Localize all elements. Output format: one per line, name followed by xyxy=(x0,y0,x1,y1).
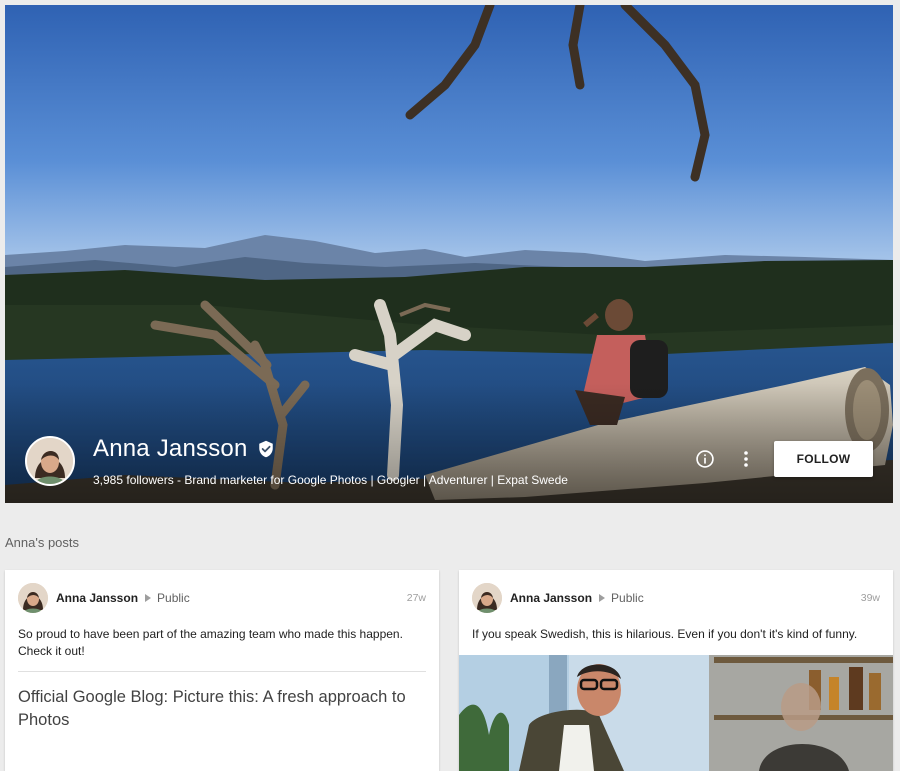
visibility-label: Public xyxy=(611,591,644,605)
arrow-right-icon xyxy=(145,594,152,602)
profile-cover: Anna Jansson 3,985 followers - Brand mar… xyxy=(5,5,893,503)
author-avatar[interactable] xyxy=(18,583,48,613)
author-avatar[interactable] xyxy=(472,583,502,613)
post-divider xyxy=(18,671,426,672)
follow-button[interactable]: FOLLOW xyxy=(774,441,873,477)
profile-name: Anna Jansson xyxy=(93,435,248,462)
post-header: Anna Jansson Public 39w xyxy=(472,583,880,613)
post-text: So proud to have been part of the amazin… xyxy=(18,627,403,658)
posts-section-title: Anna's posts xyxy=(5,535,80,550)
visibility-label: Public xyxy=(157,591,190,605)
profile-avatar[interactable] xyxy=(25,436,75,486)
post-time[interactable]: 27w xyxy=(407,592,426,604)
author-name[interactable]: Anna Jansson xyxy=(56,591,138,605)
profile-name-row: Anna Jansson xyxy=(93,435,275,463)
more-vert-icon[interactable] xyxy=(739,449,753,469)
profile-tagline: 3,985 followers - Brand marketer for Goo… xyxy=(93,473,568,487)
video-thumbnail[interactable] xyxy=(459,655,893,771)
video-frame xyxy=(459,655,893,771)
arrow-right-icon xyxy=(599,594,606,602)
post-card[interactable]: Anna Jansson Public 27w So proud to have… xyxy=(5,570,439,771)
author-name[interactable]: Anna Jansson xyxy=(510,591,592,605)
post-header: Anna Jansson Public 27w xyxy=(18,583,426,613)
link-preview-title[interactable]: Official Google Blog: Picture this: A fr… xyxy=(18,686,426,732)
post-time[interactable]: 39w xyxy=(861,592,880,604)
verified-check-icon xyxy=(258,440,273,458)
post-text: If you speak Swedish, this is hilarious.… xyxy=(472,627,858,641)
post-card[interactable]: Anna Jansson Public 39w If you speak Swe… xyxy=(459,570,893,771)
info-icon[interactable] xyxy=(695,449,715,469)
